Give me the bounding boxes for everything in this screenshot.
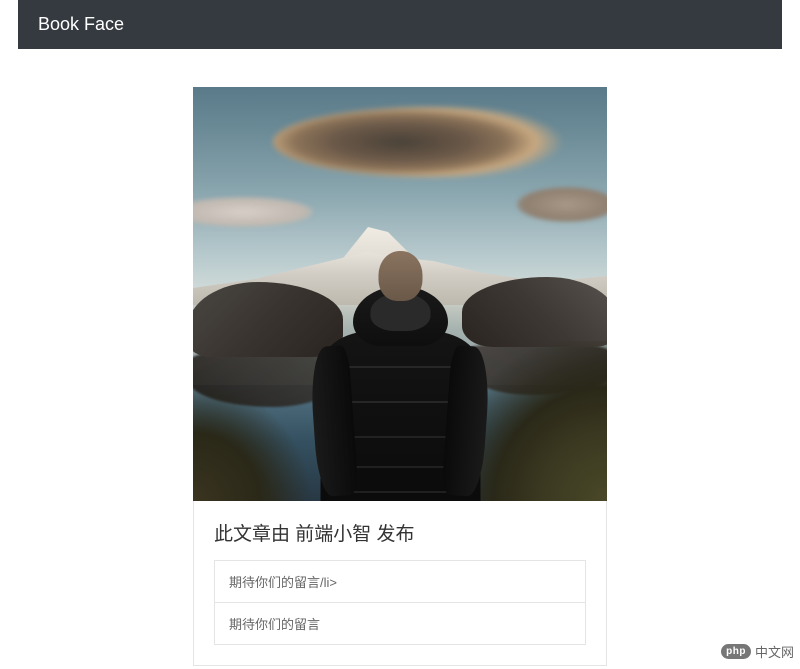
watermark: php 中文网	[721, 642, 794, 661]
watermark-text: 中文网	[755, 642, 794, 661]
post-image[interactable]	[193, 87, 607, 501]
brand-title[interactable]: Book Face	[38, 14, 124, 34]
content-area: 此文章由 前端小智 发布 期待你们的留言/li> 期待你们的留言	[0, 49, 800, 666]
watermark-badge: php	[721, 644, 751, 659]
comment-list: 期待你们的留言/li> 期待你们的留言	[214, 560, 586, 645]
navbar: Book Face	[18, 0, 782, 49]
list-item[interactable]: 期待你们的留言	[214, 603, 586, 645]
post-card: 此文章由 前端小智 发布 期待你们的留言/li> 期待你们的留言	[193, 87, 607, 666]
post-body: 此文章由 前端小智 发布 期待你们的留言/li> 期待你们的留言	[193, 501, 607, 666]
list-item[interactable]: 期待你们的留言/li>	[214, 560, 586, 603]
post-title: 此文章由 前端小智 发布	[214, 519, 586, 546]
